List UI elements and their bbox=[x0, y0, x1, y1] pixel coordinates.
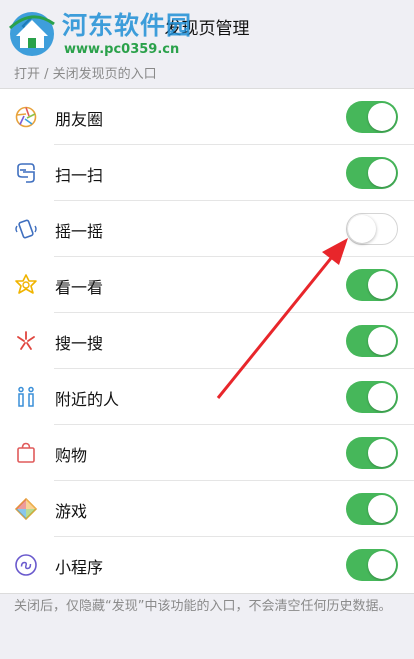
toggle-games[interactable] bbox=[346, 493, 398, 525]
toggle-moments[interactable] bbox=[346, 101, 398, 133]
toggle-knob bbox=[368, 439, 396, 467]
list-item-top-stories: 看一看 bbox=[0, 257, 414, 313]
watermark-logo-icon bbox=[8, 12, 55, 56]
item-label: 摇一摇 bbox=[55, 222, 104, 241]
watermark-url: www.pc0359.cn bbox=[64, 42, 180, 57]
toggle-knob bbox=[368, 551, 396, 579]
toggle-knob bbox=[368, 159, 396, 187]
toggle-knob bbox=[368, 495, 396, 523]
section-label: 打开 / 关闭发现页的入口 bbox=[14, 67, 157, 82]
toggle-knob bbox=[368, 271, 396, 299]
list-item-search: 搜一搜 bbox=[0, 313, 414, 369]
top-stories-icon bbox=[15, 274, 37, 294]
toggle-knob bbox=[368, 103, 396, 131]
list-item-games: 游戏 bbox=[0, 481, 414, 537]
shake-phone-icon bbox=[15, 219, 37, 239]
shopping-bag-icon bbox=[17, 442, 35, 463]
item-label: 购物 bbox=[55, 446, 88, 465]
item-label: 朋友圈 bbox=[55, 110, 104, 129]
item-label: 扫一扫 bbox=[55, 166, 104, 185]
item-label: 游戏 bbox=[55, 502, 88, 521]
toggle-knob bbox=[368, 327, 396, 355]
toggle-knob bbox=[348, 215, 376, 243]
toggle-mini-programs[interactable] bbox=[346, 549, 398, 581]
mini-program-icon bbox=[15, 554, 37, 576]
people-nearby-icon bbox=[18, 386, 34, 407]
watermark-name: 河东软件园 bbox=[62, 11, 193, 40]
discover-entries-list: 朋友圈 扫一扫 摇一摇 看一看 搜一搜 附近的人 购物 游戏 小程序 bbox=[0, 88, 414, 594]
toggle-top-stories[interactable] bbox=[346, 269, 398, 301]
search-sparkle-icon bbox=[17, 331, 35, 350]
list-item-scan: 扫一扫 bbox=[0, 145, 414, 201]
item-label: 附近的人 bbox=[55, 390, 120, 409]
list-item-moments: 朋友圈 bbox=[0, 89, 414, 145]
toggle-shake[interactable] bbox=[346, 213, 398, 245]
toggle-people-nearby[interactable] bbox=[346, 381, 398, 413]
list-item-shopping: 购物 bbox=[0, 425, 414, 481]
toggle-knob bbox=[368, 383, 396, 411]
footer-note: 关闭后，仅隐藏“发现”中该功能的入口，不会清空任何历史数据。 bbox=[14, 599, 392, 614]
item-label: 看一看 bbox=[55, 278, 104, 297]
scan-icon bbox=[17, 163, 35, 183]
toggle-search[interactable] bbox=[346, 325, 398, 357]
game-icon bbox=[14, 497, 38, 521]
watermark: 河东软件园 www.pc0359.cn bbox=[4, 2, 214, 64]
item-label: 小程序 bbox=[55, 558, 104, 577]
item-label: 搜一搜 bbox=[55, 334, 104, 353]
toggle-shopping[interactable] bbox=[346, 437, 398, 469]
moments-aperture-icon bbox=[15, 106, 37, 128]
list-item-people-nearby: 附近的人 bbox=[0, 369, 414, 425]
list-item-mini-programs: 小程序 bbox=[0, 537, 414, 593]
list-item-shake: 摇一摇 bbox=[0, 201, 414, 257]
toggle-scan[interactable] bbox=[346, 157, 398, 189]
